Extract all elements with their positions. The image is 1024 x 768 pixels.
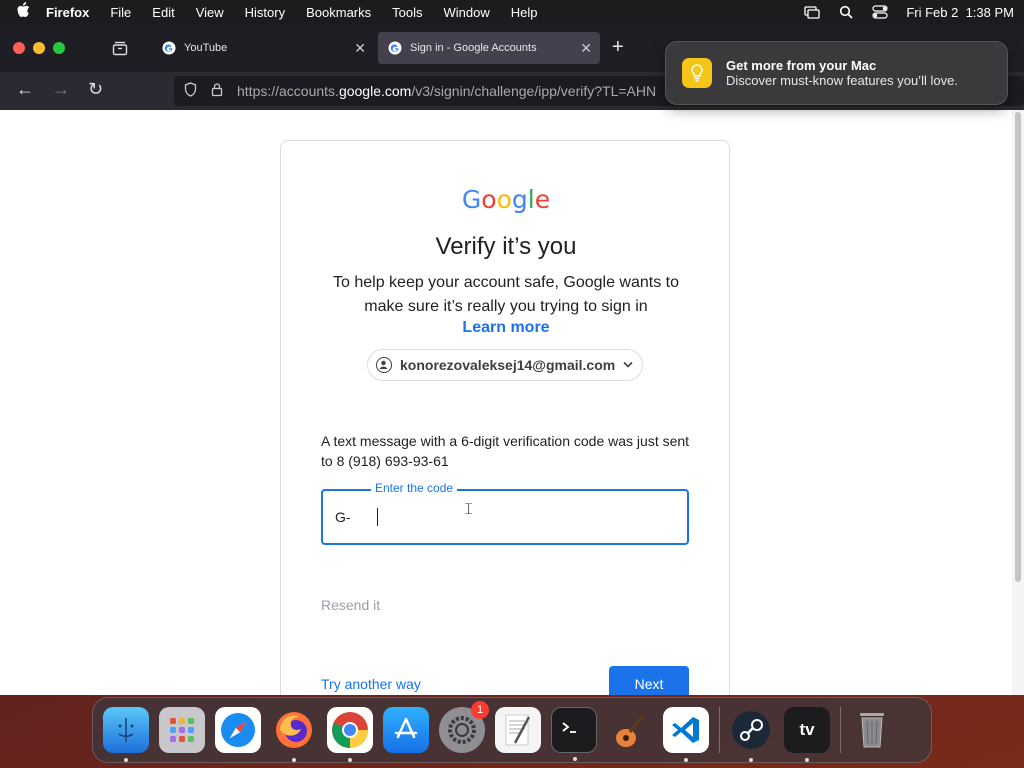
- fullscreen-window-button[interactable]: [53, 42, 65, 54]
- lightbulb-icon: [682, 58, 712, 88]
- chrome-icon[interactable]: [327, 707, 373, 762]
- code-field-label: Enter the code: [371, 481, 458, 495]
- code-field[interactable]: Enter the code G- 𝙸: [321, 481, 689, 545]
- notification-badge: 1: [471, 701, 489, 719]
- tab-youtube[interactable]: YouTube ✕: [152, 32, 374, 64]
- close-tab-icon[interactable]: ✕: [580, 40, 592, 57]
- account-email: konorezovaleksej14@gmail.com: [400, 357, 616, 373]
- menu-view[interactable]: View: [196, 5, 224, 20]
- account-chip[interactable]: konorezovaleksej14@gmail.com: [367, 349, 643, 381]
- url-path: /v3/signin/challenge/ipp/verify?TL=AHN: [411, 83, 657, 99]
- firefox-view-icon[interactable]: [110, 38, 130, 58]
- trash-icon[interactable]: [849, 707, 895, 753]
- notification-title: Get more from your Mac: [726, 58, 877, 73]
- safari-icon[interactable]: [215, 707, 261, 753]
- finder-icon[interactable]: [103, 707, 149, 762]
- vscode-icon[interactable]: [663, 707, 709, 762]
- apple-tv-icon[interactable]: tv: [784, 707, 830, 762]
- menu-bar: Firefox File Edit View History Bookmarks…: [0, 0, 1024, 24]
- menu-window[interactable]: Window: [444, 5, 490, 20]
- forward-arrow-icon[interactable]: →: [52, 79, 70, 100]
- page-content: Google Verify it’s you To help keep your…: [0, 110, 1012, 695]
- code-input[interactable]: [376, 508, 657, 526]
- scrollbar-thumb[interactable]: [1015, 112, 1021, 582]
- menu-file[interactable]: File: [110, 5, 131, 20]
- window-controls: [13, 42, 65, 54]
- launchpad-icon[interactable]: [159, 707, 205, 753]
- menu-history[interactable]: History: [245, 5, 285, 20]
- tab-title: YouTube: [184, 42, 228, 54]
- account-circle-icon: [376, 357, 392, 373]
- reload-icon[interactable]: ↻: [88, 79, 103, 100]
- tab-google-accounts[interactable]: Sign in - Google Accounts ✕: [378, 32, 600, 64]
- try-another-way-link[interactable]: Try another way: [321, 676, 421, 692]
- google-favicon-icon: [388, 41, 402, 55]
- system-settings-icon[interactable]: 1: [439, 701, 489, 753]
- url-prefix: https://accounts.: [237, 83, 339, 99]
- menu-bookmarks[interactable]: Bookmarks: [306, 5, 371, 20]
- spotlight-search-icon[interactable]: [838, 5, 854, 19]
- subtitle-text: To help keep your account safe, Google w…: [333, 274, 679, 315]
- code-prefix: G-: [335, 509, 351, 525]
- resend-link[interactable]: Resend it: [321, 597, 380, 613]
- screen-mirroring-icon[interactable]: [804, 5, 820, 19]
- new-tab-icon[interactable]: +: [612, 36, 624, 59]
- dock-separator: [840, 707, 841, 753]
- steam-icon[interactable]: [728, 707, 774, 762]
- terminal-icon[interactable]: [551, 707, 597, 761]
- textedit-icon[interactable]: [495, 707, 541, 753]
- garageband-icon[interactable]: [607, 707, 653, 753]
- dock-separator: [719, 707, 720, 753]
- browser-window: YouTube ✕ Sign in - Google Accounts ✕ + …: [0, 24, 1024, 695]
- text-cursor-icon: 𝙸: [463, 501, 475, 518]
- apple-menu-icon[interactable]: [10, 2, 36, 22]
- lock-icon[interactable]: [211, 82, 223, 100]
- page-title: Verify it’s you: [435, 233, 577, 260]
- next-button[interactable]: Next: [609, 666, 689, 695]
- google-logo: Google: [461, 185, 551, 214]
- url-host: google.com: [338, 83, 412, 99]
- tab-title: Sign in - Google Accounts: [410, 42, 537, 54]
- control-center-icon[interactable]: [872, 5, 888, 19]
- notification-banner[interactable]: Get more from your Mac Discover must-kno…: [665, 41, 1008, 105]
- verification-message: A text message with a 6-digit verificati…: [321, 433, 690, 469]
- menu-edit[interactable]: Edit: [152, 5, 174, 20]
- minimize-window-button[interactable]: [33, 42, 45, 54]
- menu-app-name[interactable]: Firefox: [46, 5, 89, 20]
- learn-more-link[interactable]: Learn more: [281, 319, 731, 337]
- shield-icon[interactable]: [184, 82, 197, 100]
- close-window-button[interactable]: [13, 42, 25, 54]
- menu-tools[interactable]: Tools: [392, 5, 422, 20]
- notification-body: Discover must-know features you’ll love.: [726, 73, 958, 88]
- menu-clock[interactable]: Fri Feb 2 1:38 PM: [906, 5, 1014, 20]
- dock: 1 tv: [92, 697, 932, 763]
- menu-help[interactable]: Help: [511, 5, 538, 20]
- google-favicon-icon: [162, 41, 176, 55]
- app-store-icon[interactable]: [383, 707, 429, 753]
- signin-card: Google Verify it’s you To help keep your…: [280, 140, 730, 695]
- back-arrow-icon[interactable]: ←: [16, 79, 34, 100]
- chevron-down-icon: [623, 360, 633, 371]
- firefox-icon[interactable]: [271, 707, 317, 762]
- close-tab-icon[interactable]: ✕: [354, 40, 366, 57]
